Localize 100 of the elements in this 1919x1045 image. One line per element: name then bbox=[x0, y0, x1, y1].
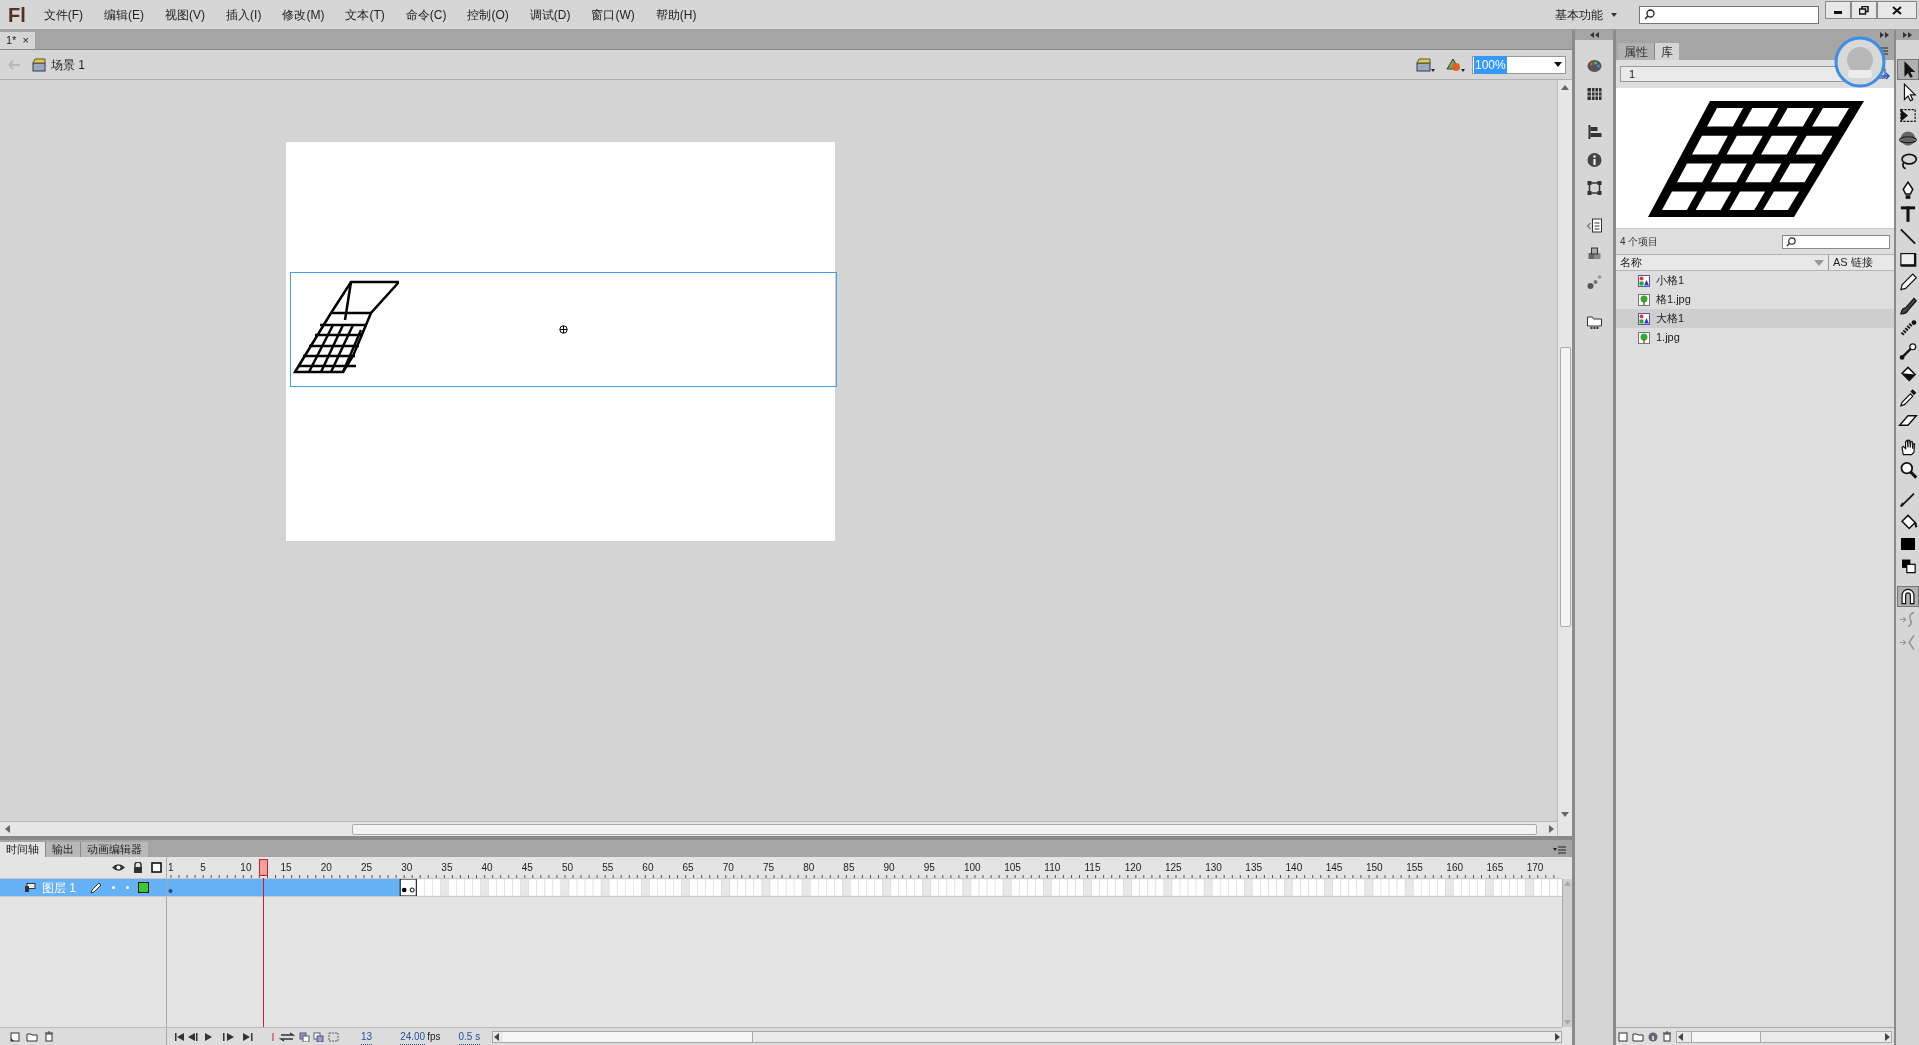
scroll-up-icon[interactable] bbox=[1561, 84, 1569, 92]
scroll-right-icon[interactable] bbox=[1547, 825, 1555, 833]
eyedropper-icon[interactable] bbox=[1897, 388, 1918, 407]
selection-box[interactable] bbox=[290, 272, 837, 387]
project-folder-icon[interactable] bbox=[1585, 314, 1603, 330]
library-item[interactable]: 格1.jpg bbox=[1616, 290, 1894, 309]
scroll-left-icon[interactable] bbox=[1677, 1032, 1685, 1041]
scroll-left-icon[interactable] bbox=[493, 1032, 502, 1041]
menu-item[interactable]: 修改(M) bbox=[282, 5, 325, 24]
pencil-icon[interactable] bbox=[1897, 273, 1918, 292]
frame-number: 95 bbox=[923, 861, 935, 875]
floating-widget-toast[interactable] bbox=[1834, 36, 1886, 88]
library-search-field[interactable] bbox=[1782, 234, 1890, 249]
new-layer-icon[interactable] bbox=[10, 1031, 20, 1042]
layer-color-swatch[interactable] bbox=[138, 882, 149, 893]
panel-menu-icon[interactable] bbox=[1553, 846, 1566, 854]
frame-number: 45 bbox=[521, 861, 533, 875]
lock-icon[interactable] bbox=[133, 862, 143, 873]
elapsed-time-field[interactable]: 0.5 s bbox=[458, 1028, 481, 1045]
menu-item[interactable]: 插入(I) bbox=[226, 5, 262, 24]
library-item[interactable]: 1.jpg bbox=[1616, 328, 1894, 347]
code-snippets-icon[interactable] bbox=[1585, 218, 1603, 234]
edit-symbols-icon[interactable] bbox=[1446, 56, 1466, 73]
panel-tab[interactable]: 动画编辑器 bbox=[80, 842, 148, 857]
scene-label[interactable]: 场景 1 bbox=[51, 55, 85, 74]
workspace-dropdown[interactable]: 基本功能 bbox=[1547, 4, 1625, 25]
collapse-arrows-icon[interactable] bbox=[1589, 32, 1599, 38]
transform-icon[interactable] bbox=[1897, 106, 1918, 125]
panel-tab[interactable]: 属性 bbox=[1618, 43, 1655, 60]
expand-arrows-icon[interactable] bbox=[1902, 32, 1913, 38]
edit-scene-icon[interactable] bbox=[1416, 56, 1436, 73]
frame-number: 60 bbox=[642, 861, 654, 875]
clapperboard-icon bbox=[32, 57, 46, 72]
scroll-right-icon[interactable] bbox=[1883, 1032, 1891, 1041]
menu-item[interactable]: 窗口(W) bbox=[591, 5, 635, 24]
horizontal-scrollbar[interactable] bbox=[0, 821, 1557, 836]
frame-number: 20 bbox=[320, 861, 332, 875]
scroll-left-icon[interactable] bbox=[4, 825, 12, 833]
outline-icon[interactable] bbox=[151, 862, 162, 873]
sphere-icon[interactable] bbox=[1897, 129, 1918, 148]
menu-item[interactable]: 控制(O) bbox=[467, 5, 509, 24]
folder-icon[interactable] bbox=[1632, 1031, 1644, 1042]
frame-number: 40 bbox=[481, 861, 493, 875]
info-icon[interactable] bbox=[1648, 1031, 1658, 1042]
brush-icon[interactable] bbox=[1897, 296, 1918, 315]
scroll-right-icon[interactable] bbox=[1553, 1032, 1561, 1041]
menu-item[interactable]: 命令(C) bbox=[405, 5, 447, 24]
panel-tab[interactable]: 时间轴 bbox=[0, 842, 45, 857]
menu-item[interactable]: 帮助(H) bbox=[655, 5, 697, 24]
menu-item[interactable]: 视图(V) bbox=[165, 5, 206, 24]
library-horizontal-scrollbar[interactable] bbox=[1676, 1030, 1892, 1043]
column-header[interactable]: AS 链接 bbox=[1828, 255, 1873, 270]
frame-number: 105 bbox=[1004, 861, 1021, 875]
vertical-scrollbar[interactable] bbox=[1557, 80, 1572, 836]
bitmap-icon bbox=[1638, 331, 1650, 344]
motion-presets-icon[interactable] bbox=[1585, 274, 1603, 290]
current-frame-field[interactable]: 13 bbox=[361, 1028, 373, 1045]
grid-sketch-drawing[interactable] bbox=[293, 280, 399, 375]
restore-button[interactable] bbox=[1851, 1, 1877, 19]
library-item[interactable]: 小格1 bbox=[1616, 271, 1894, 290]
trash-icon[interactable] bbox=[1662, 1031, 1672, 1042]
frame-number: 145 bbox=[1325, 861, 1343, 875]
close-button[interactable] bbox=[1877, 1, 1917, 19]
magnet-icon[interactable] bbox=[1897, 587, 1918, 606]
onion-skin-icon[interactable] bbox=[271, 1031, 341, 1042]
search-field[interactable] bbox=[1639, 5, 1819, 24]
eye-icon[interactable] bbox=[112, 863, 125, 872]
playhead[interactable] bbox=[259, 859, 269, 876]
frame-number: 170 bbox=[1526, 861, 1544, 875]
library-item[interactable]: 大格1 bbox=[1616, 309, 1894, 328]
frame-number: 75 bbox=[762, 861, 775, 875]
frame-number: 35 bbox=[441, 861, 453, 875]
new-symbol-icon[interactable] bbox=[1618, 1031, 1628, 1042]
scroll-down-icon[interactable] bbox=[1561, 810, 1569, 818]
timeline-horizontal-scrollbar[interactable] bbox=[492, 1030, 1562, 1043]
menu-item[interactable]: 编辑(E) bbox=[104, 5, 145, 24]
menu-item[interactable]: 文件(F) bbox=[43, 5, 84, 24]
document-tab[interactable]: 1* × bbox=[0, 32, 35, 49]
column-header[interactable]: 名称 bbox=[1616, 255, 1814, 270]
layer-icon bbox=[24, 882, 36, 893]
panel-tab[interactable]: 库 bbox=[1655, 43, 1679, 60]
menu-item[interactable]: 文本(T) bbox=[345, 5, 385, 24]
menu-item[interactable]: 调试(D) bbox=[529, 5, 571, 24]
trash-icon[interactable] bbox=[44, 1031, 54, 1042]
palette-icon[interactable] bbox=[1585, 58, 1603, 74]
swatches-icon[interactable] bbox=[1585, 86, 1603, 102]
minimize-button[interactable] bbox=[1825, 1, 1851, 19]
bone-icon[interactable] bbox=[1897, 342, 1918, 361]
frame-number: 165 bbox=[1486, 861, 1504, 875]
frame-number: 110 bbox=[1044, 861, 1061, 875]
tab-close-button[interactable]: × bbox=[22, 32, 29, 49]
panel-tab[interactable]: 输出 bbox=[45, 842, 80, 857]
rectangle-icon[interactable] bbox=[1897, 250, 1918, 269]
expand-arrows-icon[interactable] bbox=[1880, 32, 1890, 38]
frame-rate-field[interactable]: 24.00 bbox=[400, 1028, 426, 1045]
frame-number: 150 bbox=[1365, 861, 1383, 875]
frame-number: 15 bbox=[280, 861, 292, 875]
folder-icon[interactable] bbox=[26, 1031, 38, 1042]
transform-icon[interactable] bbox=[1585, 180, 1603, 196]
info-icon[interactable] bbox=[1585, 152, 1603, 168]
